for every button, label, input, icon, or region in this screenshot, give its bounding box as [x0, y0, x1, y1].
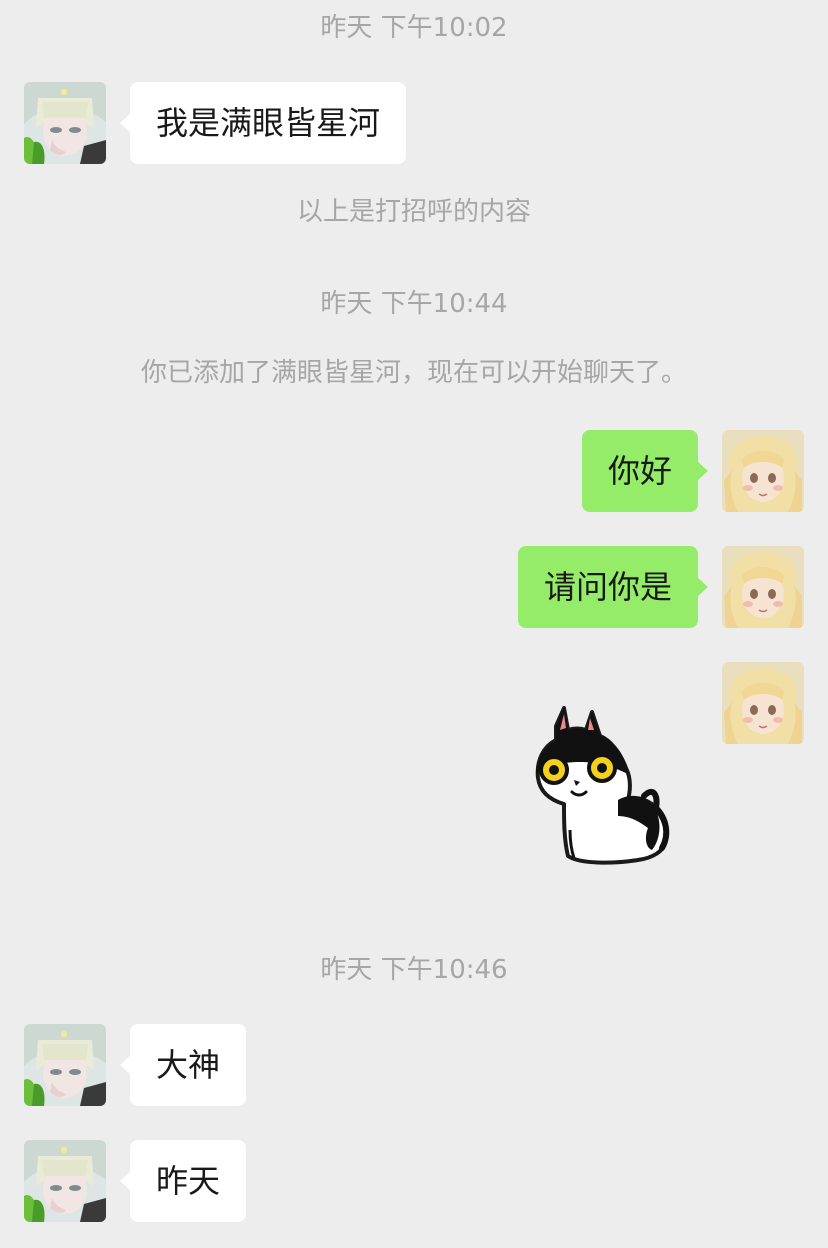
message-bubble[interactable]: 我是满眼皆星河	[119, 82, 407, 164]
message-bubble[interactable]: 昨天	[119, 1140, 247, 1222]
my-avatar[interactable]	[722, 662, 804, 744]
timestamp: 昨天 下午10:02	[320, 13, 508, 43]
contact-avatar[interactable]	[24, 1140, 106, 1222]
my-avatar[interactable]	[722, 430, 804, 512]
message-bubble[interactable]: 大神	[119, 1024, 247, 1106]
contact-avatar[interactable]	[24, 1024, 106, 1106]
timestamp: 昨天 下午10:44	[320, 289, 508, 319]
contact-avatar[interactable]	[24, 82, 106, 164]
my-avatar[interactable]	[722, 546, 804, 628]
cat-sticker[interactable]	[520, 700, 680, 870]
message-bubble[interactable]: 你好	[581, 430, 709, 512]
system-notice: 你已添加了满眼皆星河，现在可以开始聊天了。	[140, 358, 687, 388]
message-bubble[interactable]: 请问你是	[517, 546, 709, 628]
timestamp: 昨天 下午10:46	[320, 955, 508, 985]
system-notice: 以上是打招呼的内容	[296, 197, 531, 227]
